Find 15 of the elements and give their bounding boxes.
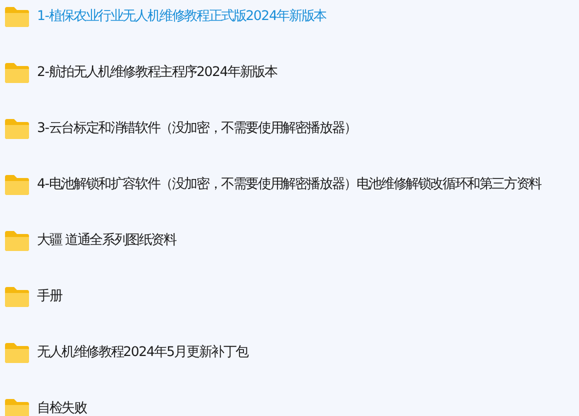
folder-icon <box>4 6 30 28</box>
folder-name[interactable]: 自检失败 <box>37 399 86 416</box>
folder-name[interactable]: 3-云台标定和消错软件（没加密，不需要使用解密播放器） <box>37 119 356 139</box>
folder-name[interactable]: 4-电池解锁和扩容软件（没加密，不需要使用解密播放器）电池维修解锁改循环和第三方资料 <box>37 175 541 195</box>
folder-icon <box>4 62 30 84</box>
folder-icon <box>4 342 30 364</box>
folder-icon <box>4 174 30 196</box>
folder-name[interactable]: 无人机维修教程2024年5月更新补丁包 <box>37 343 248 363</box>
folder-name[interactable]: 大疆 道通全系列图纸资料 <box>37 231 176 251</box>
folder-icon <box>4 118 30 140</box>
folder-icon <box>4 398 30 416</box>
folder-name[interactable]: 手册 <box>37 287 62 307</box>
folder-icon <box>4 230 30 252</box>
folder-name[interactable]: 2-航拍无人机维修教程主程序2024年新版本 <box>37 63 277 83</box>
folder-icon <box>4 286 30 308</box>
